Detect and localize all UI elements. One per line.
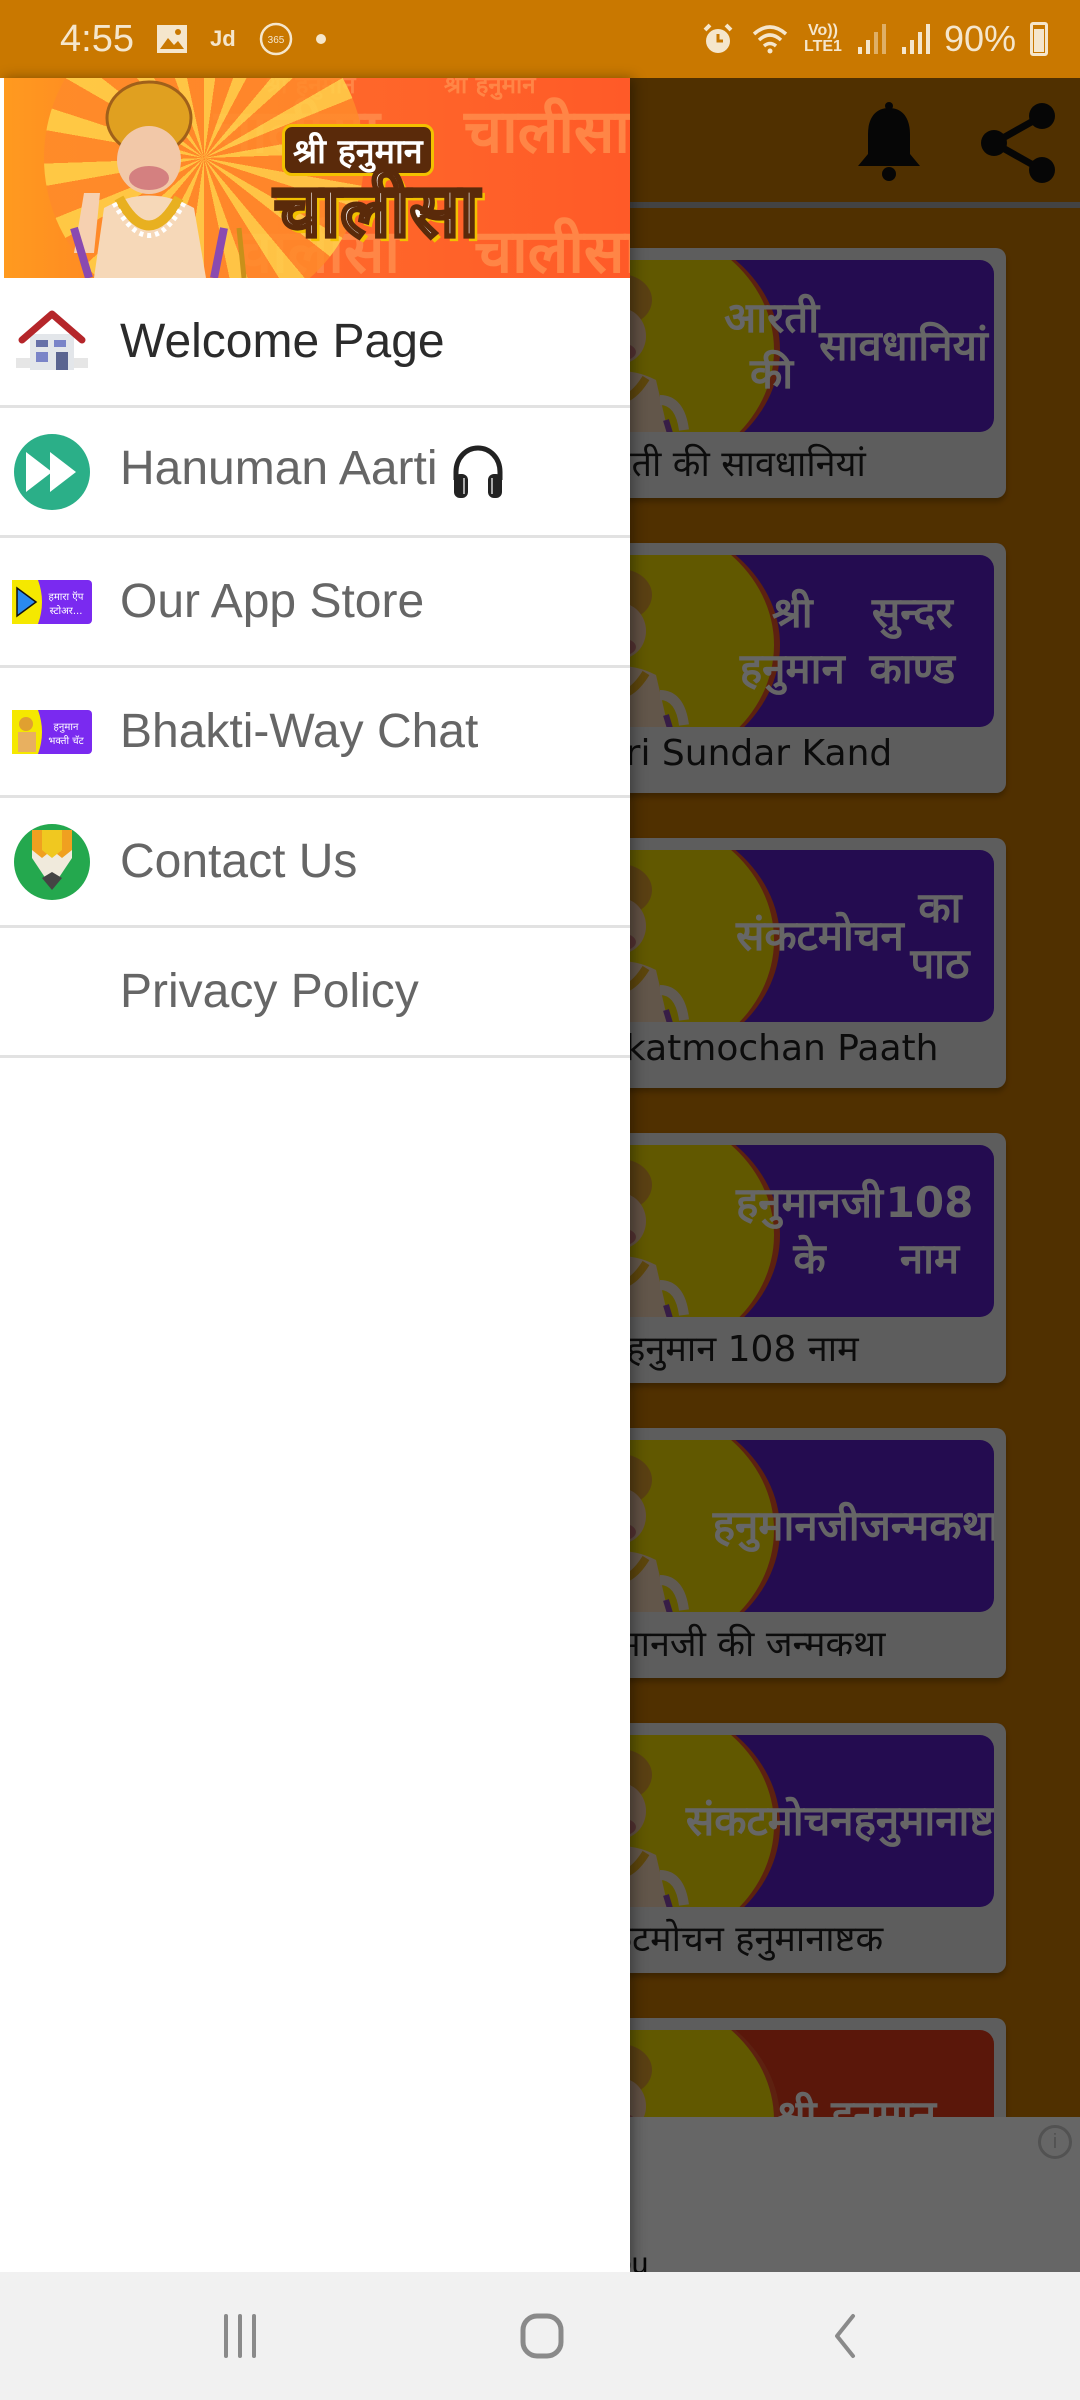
menu-item-hanuman-aarti[interactable]: Hanuman Aarti (0, 408, 630, 538)
recents-icon (224, 2314, 256, 2358)
dot-icon (315, 34, 326, 44)
status-time: 4:55 (60, 17, 134, 60)
app-store-icon: हमारा ऍप स्टोअर... (12, 562, 92, 642)
menu-label: Bhakti-Way Chat (120, 705, 479, 758)
banner-bg-text: चालीसा (464, 97, 630, 167)
menu-label: Our App Store (120, 575, 425, 628)
headphones-icon (453, 445, 503, 498)
svg-text:भक्ती चॅट: भक्ती चॅट (48, 735, 84, 747)
menu-label-text: Hanuman Aarti (120, 442, 438, 496)
menu-label: Hanuman Aarti (120, 441, 508, 501)
pencil-icon (12, 822, 92, 902)
svg-text:हमारा ऍप: हमारा ऍप (49, 591, 84, 603)
jd-icon: Jd (209, 26, 236, 51)
menu-label: Contact Us (120, 835, 358, 888)
menu-item-contact-us[interactable]: Contact Us (0, 798, 630, 928)
navigation-drawer: श्री हनुमान श्री हनुमान चालीसा चालीसा चा… (0, 78, 630, 2272)
signal-icon (857, 24, 886, 54)
svg-text:स्टोअर...: स्टोअर... (50, 605, 83, 617)
home-button[interactable] (502, 2306, 582, 2366)
gallery-icon (156, 25, 187, 53)
house-icon (12, 302, 92, 382)
volte-icon: Vo)) LTE1 (804, 23, 842, 55)
svg-text:हनुमान: हनुमान (54, 722, 79, 733)
battery-icon (1030, 22, 1048, 56)
drawer-menu: Welcome Page Hanuman Aarti हमारा ऍप स्टोअ… (0, 278, 630, 1058)
drawer-header-banner: श्री हनुमान श्री हनुमान चालीसा चालीसा चा… (4, 78, 630, 278)
home-icon (520, 2313, 564, 2359)
back-button[interactable] (804, 2306, 884, 2366)
banner-title: चालीसा (273, 167, 481, 256)
alarm-icon (703, 23, 733, 53)
battery-percent: 90% (943, 18, 1016, 59)
system-nav-bar (0, 2272, 1080, 2400)
back-icon (835, 2314, 855, 2358)
menu-label: Privacy Policy (120, 965, 419, 1018)
menu-item-welcome-page[interactable]: Welcome Page (0, 278, 630, 408)
365-icon: 365 (259, 22, 292, 56)
menu-item-bhakti-way-chat[interactable]: हनुमान भक्ती चॅट Bhakti-Way Chat (0, 668, 630, 798)
volte-label: Vo)) (808, 22, 838, 39)
svg-text:365: 365 (267, 35, 284, 46)
wifi-icon (752, 25, 788, 54)
hanuman-image (70, 80, 247, 278)
menu-item-privacy-policy[interactable]: Privacy Policy (0, 928, 630, 1058)
lte-label: LTE1 (804, 38, 842, 55)
menu-label: Welcome Page (120, 315, 445, 368)
bhakti-chat-icon: हनुमान भक्ती चॅट (12, 692, 92, 772)
recents-button[interactable] (200, 2306, 280, 2366)
banner-bg-text: चालीसा (474, 217, 630, 278)
fast-forward-icon (12, 432, 92, 512)
status-bar: 4:55 Jd 365 Vo)) LTE1 90% (0, 0, 1080, 78)
signal-icon (901, 24, 930, 54)
menu-item-our-app-store[interactable]: हमारा ऍप स्टोअर... Our App Store (0, 538, 630, 668)
